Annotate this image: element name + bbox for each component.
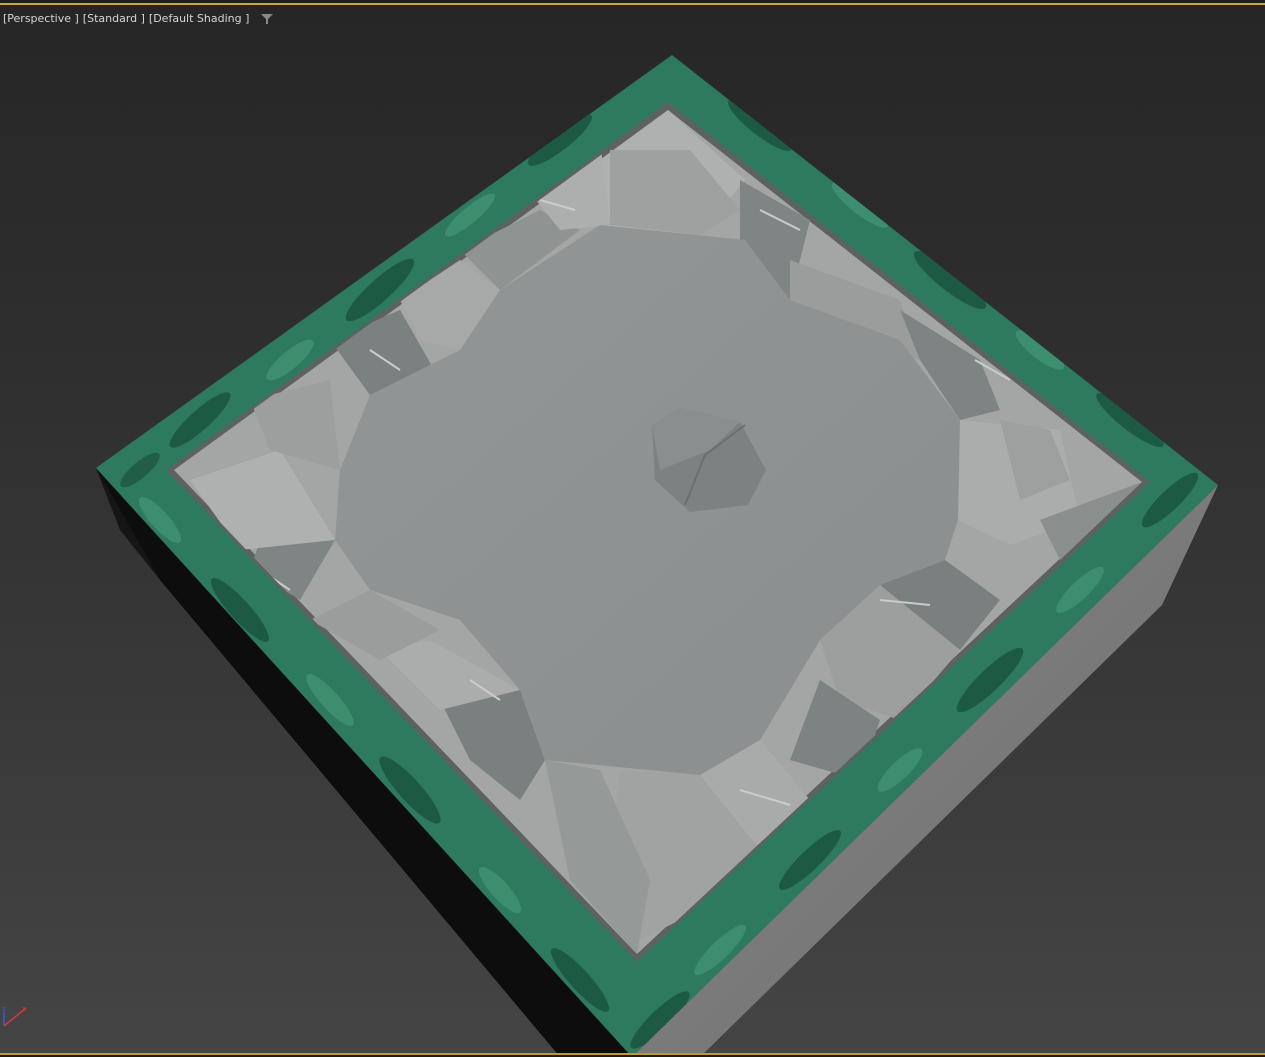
- axis-tripod-icon: z x: [2, 1005, 27, 1027]
- gizmo-x-label: x: [22, 1005, 26, 1013]
- viewport-view-label[interactable]: [Perspective ]: [3, 11, 79, 27]
- viewport-shading-label[interactable]: [Default Shading ]: [149, 11, 249, 27]
- viewport-active-border-bottom: [0, 1053, 1265, 1057]
- viewport-visual-style-label[interactable]: [Standard ]: [83, 11, 145, 27]
- perspective-viewport[interactable]: [Perspective ] [Standard ] [Default Shad…: [0, 0, 1265, 1057]
- viewport-label-menu: [Perspective ] [Standard ] [Default Shad…: [3, 11, 274, 27]
- gizmo-z-label: z: [2, 1005, 6, 1013]
- viewport-scene[interactable]: [0, 0, 1265, 1057]
- filter-icon[interactable]: [261, 13, 274, 25]
